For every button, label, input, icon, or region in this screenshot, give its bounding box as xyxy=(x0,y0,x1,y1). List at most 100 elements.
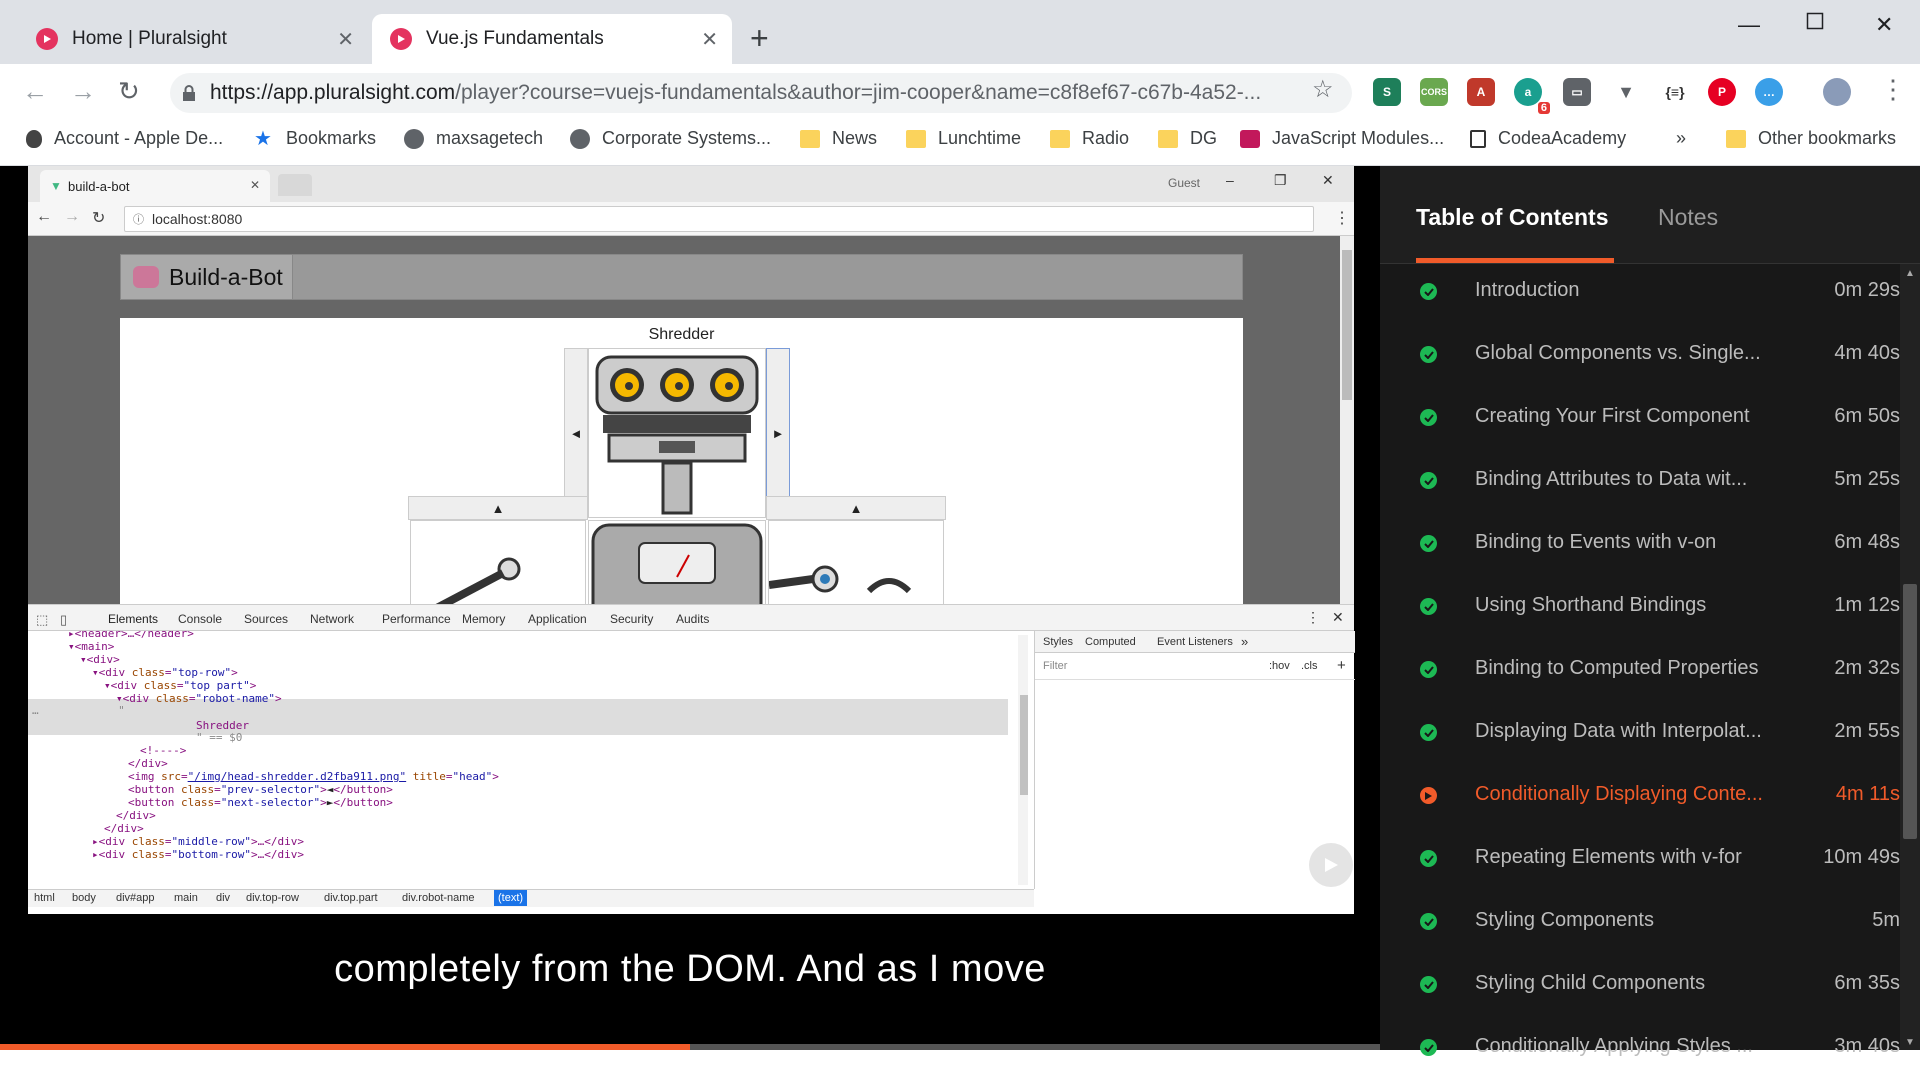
folder-icon xyxy=(1050,129,1070,148)
devtools-tabs: ⬚ ▯ Elements Console Sources Network Per… xyxy=(28,605,1354,631)
pinterest-icon[interactable]: P xyxy=(1708,78,1736,106)
toc-item[interactable]: Displaying Data with Interpolat... 2m 55s xyxy=(1380,702,1900,765)
toc-item-title: Global Components vs. Single... xyxy=(1475,342,1761,364)
toc-item-duration: 4m 11s xyxy=(1835,783,1900,805)
extension-s-icon[interactable]: S xyxy=(1373,78,1401,106)
comment-icon[interactable]: ▭ xyxy=(1563,78,1591,106)
bookmark-corporate-systems[interactable]: Corporate Systems... xyxy=(570,128,771,149)
globe-icon xyxy=(570,128,590,149)
video-progress-bar[interactable] xyxy=(0,1044,1380,1050)
bookmark-bookmarks[interactable]: ★ Bookmarks xyxy=(254,128,376,149)
vue-devtools-icon[interactable]: ▼ xyxy=(1612,78,1640,106)
dom-line: ▾<div class="top part"> xyxy=(104,679,257,692)
devtools-tab-sources: Sources xyxy=(244,612,289,626)
extension-badge-icon[interactable]: a6 xyxy=(1514,78,1550,114)
toc-item-duration: 5m xyxy=(1872,909,1900,931)
toc-item[interactable]: Styling Child Components 6m 35s xyxy=(1380,954,1900,1017)
video-player[interactable]: ▼ build-a-bot ✕ Guest – ❐ ✕ ← → ↻ ⓘ local… xyxy=(0,166,1380,1050)
forward-icon[interactable]: → xyxy=(70,76,96,107)
close-window-icon[interactable]: ✕ xyxy=(1875,12,1893,38)
tab-table-of-contents[interactable]: Table of Contents xyxy=(1416,204,1609,231)
bookmark-maxsagetech[interactable]: maxsagetech xyxy=(404,128,543,149)
toc-item[interactable]: Repeating Elements with v-for 10m 49s xyxy=(1380,828,1900,891)
devtools-panel: ⬚ ▯ Elements Console Sources Network Per… xyxy=(28,604,1355,914)
bookmark-news[interactable]: News xyxy=(800,128,877,149)
minimize-icon[interactable]: — xyxy=(1738,12,1760,38)
event-listeners-tab: Event Listeners xyxy=(1157,636,1233,648)
breadcrumb-item: div xyxy=(216,892,231,904)
address-bar[interactable]: https://app.pluralsight.com/player?cours… xyxy=(170,73,1352,113)
extension-cors-icon[interactable]: CORS xyxy=(1420,78,1448,106)
toc-item[interactable]: Conditionally Applying Styles ... 3m 40s xyxy=(1380,1017,1900,1080)
toc-item[interactable]: Binding Attributes to Data wit... 5m 25s xyxy=(1380,450,1900,513)
bookmark-dg[interactable]: DG xyxy=(1158,128,1217,149)
check-icon xyxy=(1420,346,1437,363)
toc-item[interactable]: Conditionally Displaying Conte... 4m 11s xyxy=(1380,765,1900,828)
toc-item[interactable]: Introduction 0m 29s xyxy=(1380,261,1900,324)
toc-item[interactable]: Binding to Events with v-on 6m 48s xyxy=(1380,513,1900,576)
toc-item-title: Styling Components xyxy=(1475,909,1654,931)
bookmarks-overflow-button[interactable]: » xyxy=(1676,128,1686,149)
sidebar-scroll-thumb[interactable] xyxy=(1903,584,1917,839)
extension-pdf-icon[interactable]: A xyxy=(1467,78,1495,106)
bookmark-javascript-modules[interactable]: JavaScript Modules... xyxy=(1240,128,1444,149)
sidebar-scrollbar[interactable]: ▲ ▼ xyxy=(1900,264,1920,1050)
close-icon: ✕ xyxy=(249,178,260,192)
toc-item[interactable]: Using Shorthand Bindings 1m 12s xyxy=(1380,576,1900,639)
course-sidebar: Table of Contents Notes Introduction 0m 2… xyxy=(1380,166,1920,1057)
inner-url-bar: ⓘ localhost:8080 xyxy=(124,206,1314,232)
video-frame: ▼ build-a-bot ✕ Guest – ❐ ✕ ← → ↻ ⓘ local… xyxy=(28,166,1355,914)
browser-tab-vue[interactable]: Vue.js Fundamentals ✕ xyxy=(372,14,732,64)
menu-kebab-icon: ⋮ xyxy=(1306,609,1320,625)
toc-item[interactable]: Styling Components 5m xyxy=(1380,891,1900,954)
computed-tab: Computed xyxy=(1085,636,1136,648)
toc-item[interactable]: Binding to Computed Properties 2m 32s xyxy=(1380,639,1900,702)
browser-toolbar: ← → ↻ https://app.pluralsight.com/player… xyxy=(0,64,1920,120)
breadcrumb-item: body xyxy=(72,892,96,904)
messenger-icon[interactable]: … xyxy=(1755,78,1783,106)
reload-icon[interactable]: ↻ xyxy=(118,76,140,107)
reload-icon: ↻ xyxy=(92,210,106,227)
head-next-selector: ► xyxy=(766,348,790,518)
menu-kebab-icon[interactable]: ⋮ xyxy=(1880,74,1906,105)
bookmark-apple[interactable]: Account - Apple De... xyxy=(26,128,223,149)
scroll-up-icon[interactable]: ▲ xyxy=(1905,268,1915,279)
close-tab-icon[interactable]: ✕ xyxy=(337,27,354,52)
bookmark-star-icon[interactable]: ☆ xyxy=(1312,75,1334,104)
browser-tab-home[interactable]: Home | Pluralsight ✕ xyxy=(18,14,368,64)
close-icon: ✕ xyxy=(1322,172,1334,188)
robot-right-arm xyxy=(768,520,944,604)
check-icon xyxy=(1420,409,1437,426)
tab-notes[interactable]: Notes xyxy=(1658,204,1718,231)
arm-right-prev-selector: ▲ xyxy=(766,496,946,520)
browser-tab-strip: Home | Pluralsight ✕ Vue.js Fundamentals… xyxy=(0,0,1920,64)
maximize-icon[interactable] xyxy=(1806,10,1824,36)
avatar[interactable] xyxy=(1823,78,1851,106)
scroll-down-icon[interactable]: ▼ xyxy=(1905,1037,1915,1048)
new-tab-button[interactable]: + xyxy=(750,22,769,54)
json-icon[interactable]: {≡} xyxy=(1661,78,1689,106)
star-icon: ★ xyxy=(254,127,272,150)
lock-icon xyxy=(183,85,195,101)
toc-item-duration: 10m 49s xyxy=(1823,846,1900,868)
bookmark-lunchtime[interactable]: Lunchtime xyxy=(906,128,1021,149)
url-text: https://app.pluralsight.com/player?cours… xyxy=(210,81,1262,104)
back-icon[interactable]: ← xyxy=(22,76,48,107)
head-prev-selector: ◄ xyxy=(564,348,588,518)
browser-tab-title: Home | Pluralsight xyxy=(72,28,227,49)
toc-item[interactable]: Creating Your First Component 6m 50s xyxy=(1380,387,1900,450)
check-icon xyxy=(1420,472,1437,489)
globe-icon xyxy=(404,128,424,149)
bookmark-radio[interactable]: Radio xyxy=(1050,128,1129,149)
toc-item-duration: 2m 32s xyxy=(1834,657,1900,679)
bookmark-codeacademy[interactable]: CodeaAcademy xyxy=(1470,128,1626,149)
devtools-tab-security: Security xyxy=(610,612,654,626)
close-tab-icon[interactable]: ✕ xyxy=(701,27,718,52)
toc-item[interactable]: Global Components vs. Single... 4m 40s xyxy=(1380,324,1900,387)
check-icon xyxy=(1420,850,1437,867)
styles-filter: Filter xyxy=(1043,660,1068,672)
devtools-tab-audits: Audits xyxy=(676,612,710,626)
toc-item-title: Displaying Data with Interpolat... xyxy=(1475,720,1762,742)
play-watermark-icon xyxy=(1309,843,1353,887)
bookmark-other[interactable]: Other bookmarks xyxy=(1726,128,1896,149)
